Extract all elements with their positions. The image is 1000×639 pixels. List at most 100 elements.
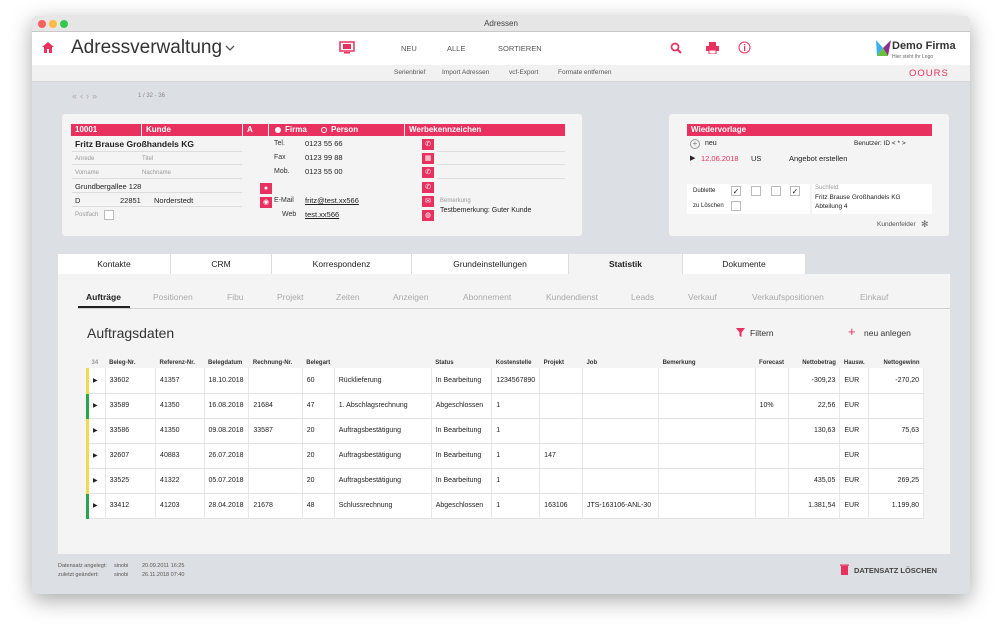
- company-name[interactable]: Fritz Brause Großhandels KG: [75, 139, 194, 149]
- wiedervorlage-user[interactable]: US: [751, 154, 761, 163]
- globe-icon[interactable]: ◍: [422, 210, 434, 221]
- col-nettogewinn[interactable]: Nettogewinn: [869, 358, 924, 368]
- mobile-icon[interactable]: ✆: [422, 167, 434, 178]
- subtab-zeiten[interactable]: Zeiten: [336, 292, 360, 302]
- info-icon[interactable]: [738, 41, 751, 54]
- row-marker[interactable]: ▶: [86, 468, 106, 494]
- wiedervorlage-date[interactable]: 12.06.2018: [701, 154, 739, 163]
- subbar-import[interactable]: Import Adressen: [442, 69, 489, 76]
- col-belegart[interactable]: Belegart: [302, 358, 334, 368]
- tab-crm[interactable]: CRM: [171, 254, 272, 274]
- col-nettobetrag[interactable]: Nettobetrag: [788, 358, 840, 368]
- subtab-kundendienst[interactable]: Kundendienst: [546, 292, 598, 302]
- chevron-down-icon[interactable]: [225, 45, 235, 52]
- new-order-button[interactable]: neu anlegen: [864, 328, 911, 338]
- subtab-anzeigen[interactable]: Anzeigen: [393, 292, 428, 302]
- subtab-abonnement[interactable]: Abonnement: [463, 292, 511, 302]
- anrede-field[interactable]: Anrede: [75, 156, 94, 162]
- titel-field[interactable]: Titel: [142, 156, 153, 162]
- wiedervorlage-text[interactable]: Angebot erstellen: [789, 154, 847, 163]
- add-plus-icon[interactable]: +: [848, 324, 856, 339]
- zu-loeschen-checkbox[interactable]: [731, 201, 741, 211]
- customer-type[interactable]: Kunde: [142, 124, 242, 136]
- table-row[interactable]: ▶ 33602 41357 18.10.2018 60 Rücklieferung In B…: [86, 368, 924, 394]
- radio-firma[interactable]: [275, 127, 281, 133]
- col-hausw[interactable]: Hausw.: [840, 358, 869, 368]
- dublette-checkbox-2[interactable]: [751, 186, 761, 196]
- bemerkung-field[interactable]: Testbemerkung: Guter Kunde: [440, 207, 531, 214]
- table-row[interactable]: ▶ 33586 41350 09.08.2018 33587 20 Auftragsbest…: [86, 418, 924, 444]
- row-marker[interactable]: ▶: [86, 493, 106, 519]
- minimize-window-icon[interactable]: [49, 20, 57, 28]
- home-icon[interactable]: [42, 42, 54, 53]
- kundenfelder-link[interactable]: Kundenfelder: [877, 221, 916, 228]
- subtab-verkaufspositionen[interactable]: Verkaufspositionen: [752, 292, 824, 302]
- web-field[interactable]: test.xx566: [305, 210, 339, 219]
- row-marker[interactable]: ▶: [86, 443, 106, 469]
- email-field[interactable]: fritz@test.xx566: [305, 196, 359, 205]
- subtab-leads[interactable]: Leads: [631, 292, 654, 302]
- close-window-icon[interactable]: [38, 20, 46, 28]
- col-kostenstelle[interactable]: Kostenstelle: [492, 358, 540, 368]
- fax-icon[interactable]: ▦: [422, 153, 434, 164]
- street-field[interactable]: Grundbergallee 128: [75, 182, 141, 191]
- row-marker[interactable]: ▶: [86, 393, 106, 419]
- mail-icon[interactable]: ✉: [422, 196, 434, 207]
- customer-id[interactable]: 10001: [71, 124, 141, 136]
- filter-icon[interactable]: [736, 328, 745, 337]
- postfach-checkbox[interactable]: [104, 210, 114, 220]
- zoom-window-icon[interactable]: [60, 20, 68, 28]
- tab-korrespondenz[interactable]: Korrespondenz: [272, 254, 412, 274]
- subtab-positionen[interactable]: Positionen: [153, 292, 193, 302]
- row-expand-icon[interactable]: ▶: [690, 154, 695, 162]
- nav-neu[interactable]: NEU: [401, 44, 417, 53]
- tab-dokumente[interactable]: Dokumente: [683, 254, 806, 274]
- tel-field[interactable]: 0123 55 66: [305, 139, 343, 148]
- subbar-vcf-export[interactable]: vcf-Export: [509, 69, 538, 76]
- col-job[interactable]: Job: [582, 358, 658, 368]
- subtab-verkauf[interactable]: Verkauf: [688, 292, 717, 302]
- settings-icon[interactable]: ✻: [921, 219, 929, 230]
- wiedervorlage-neu[interactable]: neu: [705, 140, 717, 147]
- subtab-fibu[interactable]: Fibu: [227, 292, 244, 302]
- trash-icon[interactable]: [840, 564, 849, 575]
- col-projekt[interactable]: Projekt: [540, 358, 583, 368]
- table-row[interactable]: ▶ 33589 41350 16.08.2018 21684 47 1. Abschlags…: [86, 393, 924, 419]
- print-icon[interactable]: [706, 42, 719, 54]
- subtab-projekt[interactable]: Projekt: [277, 292, 303, 302]
- contact-person-icon[interactable]: ●: [260, 183, 272, 194]
- benutzer-filter[interactable]: Benutzer: ID < * >: [854, 140, 906, 147]
- col-referenz[interactable]: Referenz-Nr.: [156, 358, 204, 368]
- table-row[interactable]: ▶ 33525 41322 05.07.2018 20 Auftragsbestätigu…: [86, 468, 924, 494]
- row-marker[interactable]: ▶: [86, 418, 106, 444]
- mob-field[interactable]: 0123 55 00: [305, 167, 343, 176]
- abc-class[interactable]: A: [243, 124, 268, 136]
- tab-grundeinstellungen[interactable]: Grundeinstellungen: [412, 254, 569, 274]
- vorname-field[interactable]: Vorname: [75, 170, 99, 176]
- city-field[interactable]: Norderstedt: [154, 196, 193, 205]
- skype-icon[interactable]: ✆: [422, 182, 434, 193]
- subtab-auftraege[interactable]: Aufträge: [86, 292, 121, 302]
- phone-icon[interactable]: ✆: [422, 139, 434, 150]
- table-row[interactable]: ▶ 33412 41203 28.04.2018 21678 48 Schlussrechn…: [86, 493, 924, 519]
- row-marker[interactable]: ▶: [86, 368, 106, 394]
- col-belegdatum[interactable]: Belegdatum: [204, 358, 249, 368]
- tab-kontakte[interactable]: Kontakte: [58, 254, 171, 274]
- record-nav-arrows[interactable]: «‹›»: [72, 91, 100, 101]
- col-status[interactable]: Status: [431, 358, 492, 368]
- table-row[interactable]: ▶ 32607 40883 26.07.2018 20 Auftragsbestätigu…: [86, 443, 924, 469]
- nav-alle[interactable]: ALLE: [447, 44, 465, 53]
- monitor-icon[interactable]: [339, 41, 355, 54]
- col-forecast[interactable]: Forecast: [755, 358, 788, 368]
- zip-field[interactable]: 22851: [120, 196, 141, 205]
- col-rechnung[interactable]: Rechnung-Nr.: [249, 358, 302, 368]
- search-icon[interactable]: [670, 42, 682, 54]
- radio-person[interactable]: [321, 127, 327, 133]
- dublette-checkbox-3[interactable]: [771, 186, 781, 196]
- delete-record-button[interactable]: DATENSATZ LÖSCHEN: [854, 566, 937, 575]
- dublette-checkbox-4[interactable]: ✓: [790, 186, 800, 196]
- filter-button[interactable]: Filtern: [750, 328, 774, 338]
- col-beleg[interactable]: Beleg-Nr.: [105, 358, 155, 368]
- subbar-formate[interactable]: Formate entfernen: [558, 69, 611, 76]
- subtab-einkauf[interactable]: Einkauf: [860, 292, 888, 302]
